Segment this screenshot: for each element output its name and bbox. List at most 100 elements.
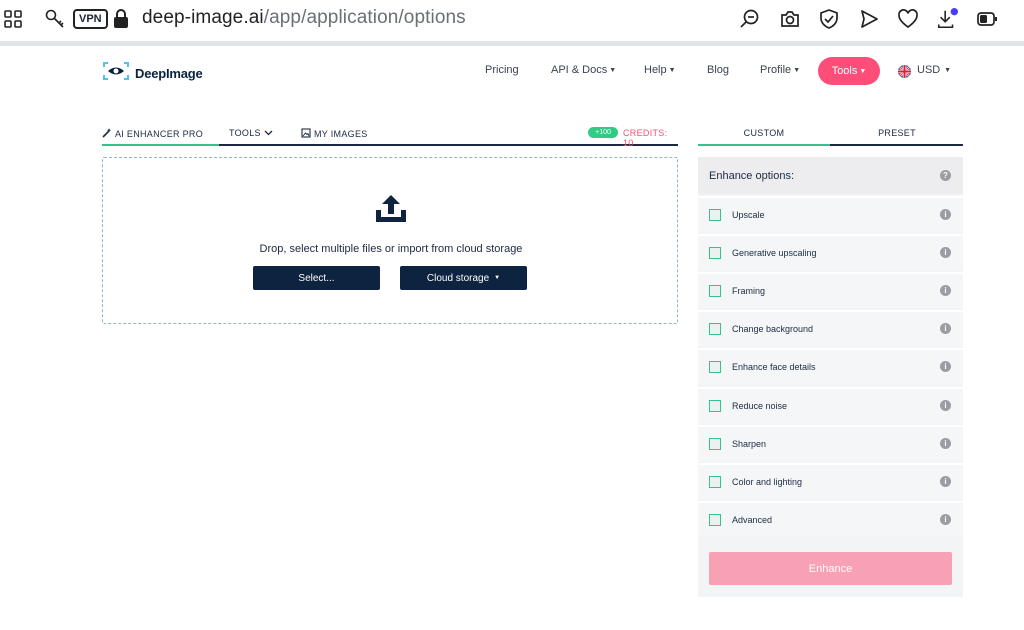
address-bar[interactable]: deep-image.ai/app/application/options (142, 7, 466, 29)
info-icon[interactable]: i (940, 285, 951, 296)
nav-pricing[interactable]: Pricing (485, 64, 519, 76)
option-checkbox[interactable] (709, 514, 721, 526)
search-zoom-icon[interactable] (739, 8, 761, 30)
cloud-storage-label: Cloud storage (426, 272, 490, 284)
caret-down-icon: ▼ (793, 67, 801, 74)
option-label: Color and lighting (732, 477, 803, 487)
key-icon[interactable] (44, 8, 66, 30)
option-row[interactable]: Generative upscaling i (698, 234, 963, 270)
option-label: Enhance face details (732, 362, 816, 372)
send-icon[interactable] (858, 8, 880, 30)
option-row[interactable]: Advanced i (698, 501, 963, 537)
options-tabs: CUSTOM PRESET (698, 124, 963, 146)
cloud-storage-button[interactable]: Cloud storage ▼ (400, 266, 527, 290)
browser-toolbar: VPN deep-image.ai/app/application/option… (0, 0, 1024, 40)
info-icon[interactable]: i (940, 400, 951, 411)
tab-custom[interactable]: CUSTOM (698, 128, 830, 138)
info-icon[interactable]: i (940, 438, 951, 449)
option-label: Generative upscaling (732, 248, 817, 258)
heart-icon[interactable] (897, 8, 919, 30)
upload-dropzone[interactable]: Drop, select multiple files or import fr… (102, 157, 678, 324)
nav-profile-label: Profile (760, 64, 792, 76)
dropzone-instructions: Drop, select multiple files or import fr… (259, 243, 523, 255)
tab-my-images-label: MY IMAGES (314, 129, 368, 139)
panel-header: Enhance options: ? (698, 157, 963, 194)
tab-ai-enhancer-pro[interactable]: AI ENHANCER PRO (102, 128, 203, 140)
chevron-down-icon (264, 128, 273, 138)
main-tabs: AI ENHANCER PRO TOOLS MY IMAGES +100 CRE… (102, 124, 678, 148)
url-host: deep-image.ai (142, 7, 264, 28)
option-label: Change background (732, 324, 814, 334)
magic-wand-icon (102, 128, 112, 140)
option-row[interactable]: Framing i (698, 272, 963, 308)
browser-separator (0, 41, 1024, 46)
lock-icon[interactable] (110, 8, 132, 30)
vpn-badge[interactable]: VPN (73, 9, 108, 29)
battery-icon (976, 8, 998, 30)
option-row[interactable]: Sharpen i (698, 425, 963, 461)
tab-ai-enhancer-label: AI ENHANCER PRO (115, 129, 204, 139)
enhance-button[interactable]: Enhance (709, 552, 952, 585)
panel-title: Enhance options: (709, 170, 795, 182)
tab-my-images[interactable]: MY IMAGES (301, 128, 368, 140)
url-path: /app/application/options (263, 7, 466, 28)
info-icon[interactable]: i (940, 361, 951, 372)
download-icon[interactable] (936, 8, 958, 30)
option-checkbox[interactable] (709, 285, 721, 297)
tab-tools-label: TOOLS (229, 128, 261, 138)
active-tab-indicator (698, 144, 830, 146)
camera-icon[interactable] (779, 8, 801, 30)
nav-tools-label: Tools (831, 65, 858, 77)
caret-down-icon: ▼ (668, 67, 676, 74)
info-icon[interactable]: i (940, 476, 951, 487)
nav-tools-button[interactable]: Tools ▼ (818, 57, 880, 85)
info-icon[interactable]: i (940, 247, 951, 258)
shield-check-icon[interactable] (818, 8, 840, 30)
option-checkbox[interactable] (709, 476, 721, 488)
option-row[interactable]: Change background i (698, 310, 963, 346)
option-row[interactable]: Color and lighting i (698, 463, 963, 499)
nav-help[interactable]: Help ▼ (644, 64, 676, 76)
option-row[interactable]: Reduce noise i (698, 387, 963, 423)
main-nav: Pricing API & Docs ▼ Help ▼ Blog Profile ▼ … (0, 57, 1024, 85)
images-icon (301, 128, 311, 140)
nav-blog[interactable]: Blog (707, 64, 729, 76)
option-label: Framing (732, 286, 766, 296)
active-tab-indicator (102, 144, 219, 146)
caret-down-icon: ▼ (942, 67, 952, 74)
info-icon[interactable]: i (940, 209, 951, 220)
caret-down-icon: ▼ (494, 275, 501, 281)
currency-label: USD (917, 64, 941, 76)
upload-icon (373, 193, 409, 225)
tab-preset[interactable]: PRESET (831, 128, 963, 138)
option-row[interactable]: Upscale i (698, 196, 963, 232)
option-checkbox[interactable] (709, 400, 721, 412)
nav-api-docs[interactable]: API & Docs ▼ (551, 64, 616, 76)
option-checkbox[interactable] (709, 209, 721, 221)
option-label: Reduce noise (732, 401, 788, 411)
currency-select[interactable]: USD ▼ (917, 64, 951, 76)
uk-flag-icon (898, 65, 911, 78)
option-checkbox[interactable] (709, 247, 721, 259)
option-checkbox[interactable] (709, 361, 721, 373)
option-label: Upscale (732, 210, 765, 220)
nav-profile[interactable]: Profile ▼ (760, 64, 800, 76)
caret-down-icon: ▼ (859, 67, 867, 75)
option-row[interactable]: Enhance face details i (698, 348, 963, 384)
info-icon[interactable]: i (940, 323, 951, 334)
select-files-button[interactable]: Select... (253, 266, 380, 290)
apps-grid-icon[interactable] (2, 8, 24, 30)
option-checkbox[interactable] (709, 323, 721, 335)
caret-down-icon: ▼ (609, 67, 617, 74)
option-label: Sharpen (732, 439, 767, 449)
credits-count: CREDITS: 10 (623, 128, 668, 148)
nav-api-docs-label: API & Docs (551, 64, 608, 76)
credit-bonus-badge[interactable]: +100 (588, 127, 618, 138)
nav-help-label: Help (644, 64, 667, 76)
info-icon[interactable]: i (940, 514, 951, 525)
enhance-options-panel: Enhance options: ? Upscale i Generative up… (698, 157, 963, 597)
help-icon[interactable]: ? (940, 170, 951, 181)
option-checkbox[interactable] (709, 438, 721, 450)
tab-tools[interactable]: TOOLS (229, 128, 273, 138)
option-label: Advanced (732, 515, 773, 525)
